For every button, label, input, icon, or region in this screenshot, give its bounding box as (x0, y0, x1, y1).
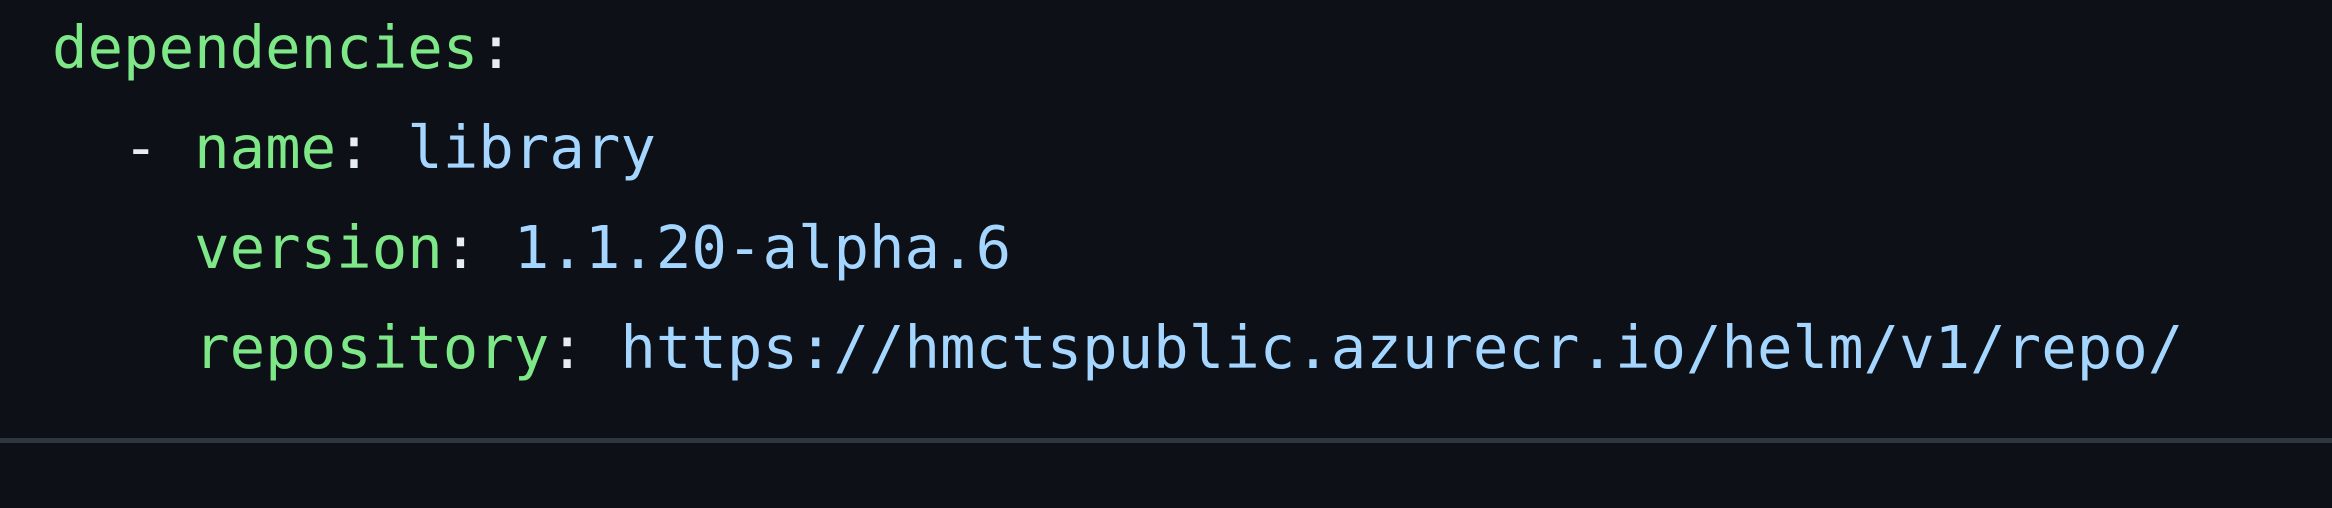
code-line-name: - name: library (52, 98, 2183, 198)
yaml-colon: : (549, 313, 621, 382)
yaml-key: name (194, 113, 337, 182)
yaml-value: library (407, 113, 656, 182)
yaml-list-dash: - (123, 113, 195, 182)
code-line-dependencies: dependencies: (52, 0, 2183, 98)
yaml-code-block: dependencies: - name: library version: 1… (52, 0, 2183, 398)
yaml-value: https://hmctspublic.azurecr.io/helm/v1/r… (620, 313, 2184, 382)
yaml-key: repository (194, 313, 550, 382)
yaml-key: version (194, 213, 443, 282)
yaml-colon: : (478, 13, 514, 82)
yaml-key: dependencies (52, 13, 479, 82)
yaml-colon: : (442, 213, 514, 282)
code-line-version: version: 1.1.20-alpha.6 (52, 198, 2183, 298)
yaml-value: 1.1.20-alpha.6 (513, 213, 1012, 282)
yaml-colon: : (336, 113, 408, 182)
divider (0, 438, 2332, 443)
code-line-repository: repository: https://hmctspublic.azurecr.… (52, 298, 2183, 398)
